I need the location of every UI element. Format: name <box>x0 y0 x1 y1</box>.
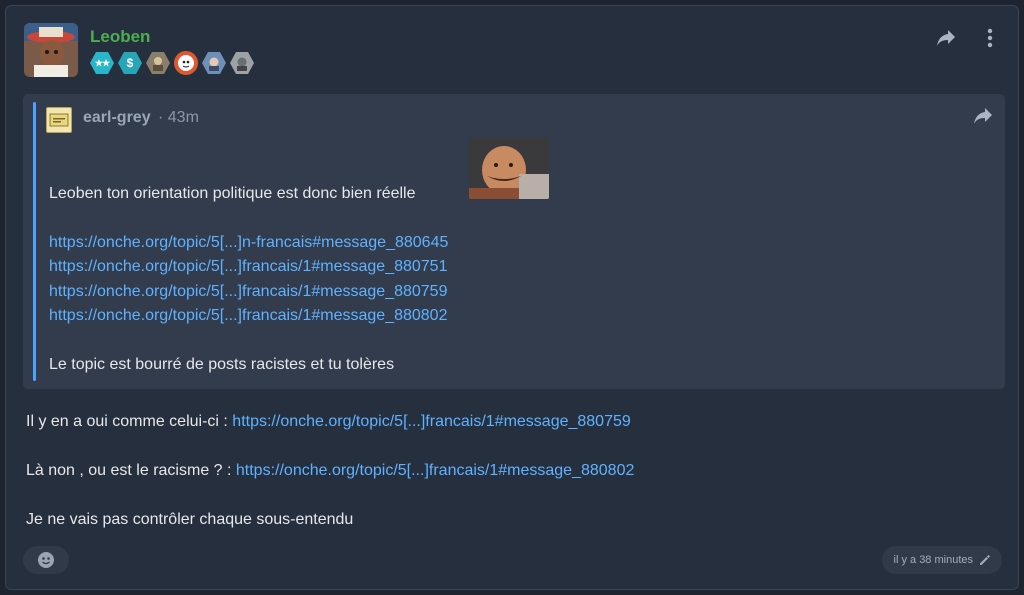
quoted-message: earl-grey · 43m Leoben ton orientation p… <box>23 94 1005 389</box>
post-card: Leoben ★★ $ earl-grey · 43m Leoben ton o… <box>5 5 1019 590</box>
timestamp-badge[interactable]: il y a 38 minutes <box>881 546 1002 574</box>
avatar-badge-1[interactable] <box>146 51 170 75</box>
quote-time: · 43m <box>158 109 199 127</box>
quote-time-value: 43m <box>167 109 199 126</box>
quote-link-1[interactable]: https://onche.org/topic/5[...]n-francais… <box>49 231 448 256</box>
quote-author[interactable]: earl-grey <box>83 109 151 127</box>
body-line-1-text: Il y en a oui comme celui-ci : <box>26 413 233 430</box>
quote-link-2[interactable]: https://onche.org/topic/5[...]francais/1… <box>49 255 448 280</box>
more-options-icon[interactable] <box>978 26 1002 50</box>
badge-list: ★★ $ <box>90 51 254 75</box>
quote-text: Leoben ton orientation politique est don… <box>49 184 416 202</box>
post-actions <box>934 26 1002 50</box>
quote-footer-text: Le topic est bourré de posts racistes et… <box>49 356 395 373</box>
stars-badge[interactable]: ★★ <box>90 51 114 75</box>
body-line-2: Là non , ou est le racisme ? : https://o… <box>26 459 634 484</box>
timestamp-text: il y a 38 minutes <box>893 554 973 566</box>
add-reaction-button[interactable] <box>23 546 69 574</box>
author-username[interactable]: Leoben <box>90 27 150 47</box>
emoji-icon <box>38 552 54 568</box>
quote-share-icon[interactable] <box>971 104 995 128</box>
edit-pencil-icon <box>980 554 990 565</box>
dollar-badge[interactable]: $ <box>118 51 142 75</box>
body-line-1: Il y en a oui comme celui-ci : https://o… <box>26 410 634 435</box>
share-icon[interactable] <box>934 26 958 50</box>
sticker-image <box>469 138 549 199</box>
avatar-badge-4[interactable] <box>230 51 254 75</box>
avatar-badge-2[interactable] <box>174 51 198 75</box>
quote-accent-bar <box>33 102 36 381</box>
body-line-3: Je ne vais pas contrôler chaque sous-ent… <box>26 511 354 528</box>
quote-link-4[interactable]: https://onche.org/topic/5[...]francais/1… <box>49 304 448 329</box>
author-avatar[interactable] <box>24 23 78 77</box>
quote-body: Leoben ton orientation politique est don… <box>49 182 448 378</box>
quote-author-avatar[interactable] <box>46 107 72 133</box>
post-body: Il y en a oui comme celui-ci : https://o… <box>26 410 634 533</box>
avatar-badge-3[interactable] <box>202 51 226 75</box>
quote-separator: · <box>158 109 164 126</box>
body-link-1[interactable]: https://onche.org/topic/5[...]francais/1… <box>232 413 630 430</box>
body-link-2[interactable]: https://onche.org/topic/5[...]francais/1… <box>236 462 634 479</box>
quote-link-3[interactable]: https://onche.org/topic/5[...]francais/1… <box>49 280 448 305</box>
body-line-2-text: Là non , ou est le racisme ? : <box>26 462 236 479</box>
